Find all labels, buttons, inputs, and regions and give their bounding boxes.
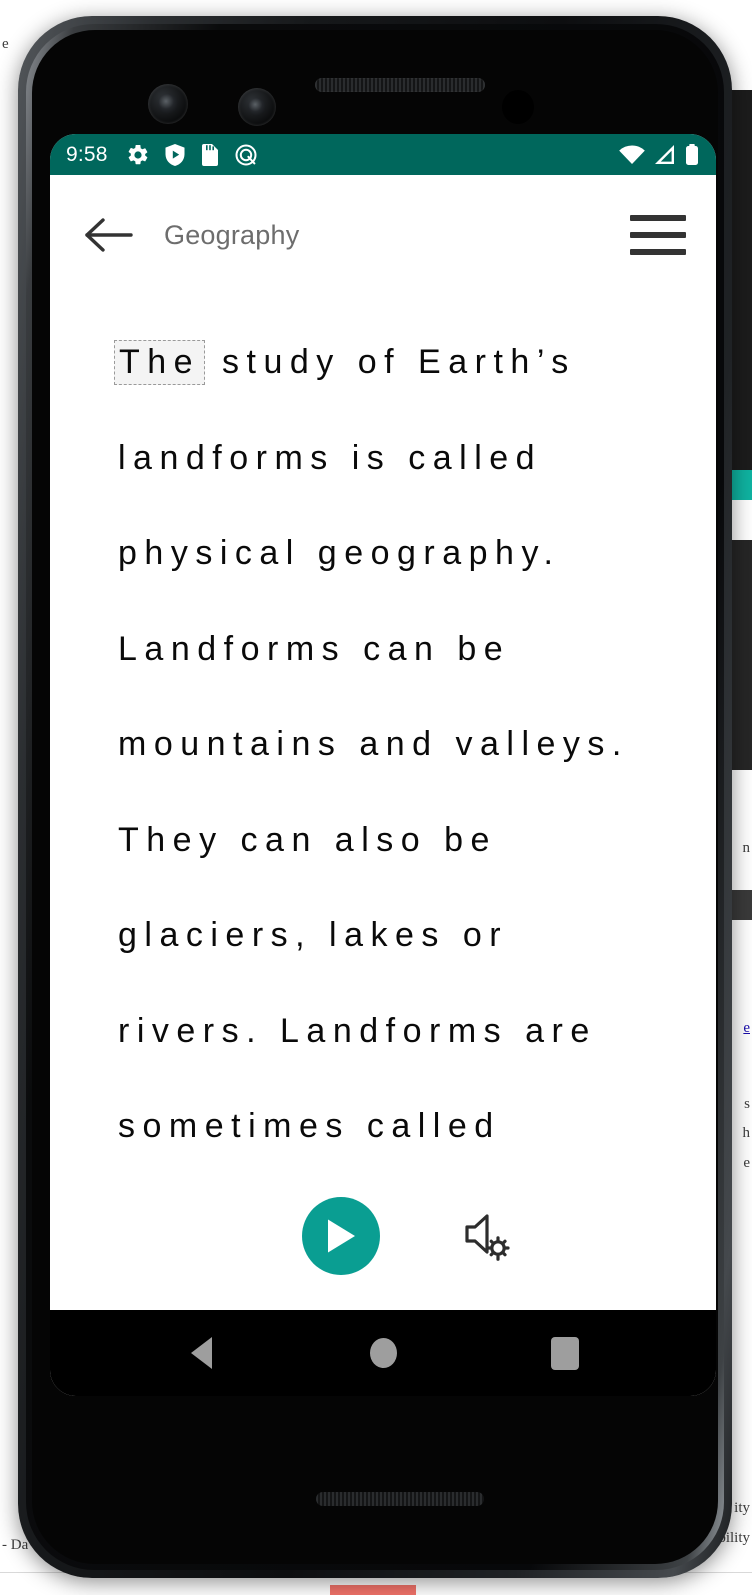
background-link-fragment[interactable]: e: [743, 1020, 750, 1037]
background-text-right-1: n: [742, 840, 751, 856]
shield-play-icon: [165, 143, 185, 166]
reader-line-4: Landforms can be: [118, 629, 511, 668]
hamburger-menu-button[interactable]: [628, 208, 688, 262]
background-text-left-1: e: [2, 36, 9, 52]
phone-body: 9:58 Geography The study of Earth’s land…: [32, 30, 718, 1564]
reader-line-6: They can also be: [118, 820, 497, 859]
gear-icon: [128, 144, 148, 164]
front-camera-secondary-icon: [238, 88, 276, 126]
nav-recents-icon: [551, 1336, 579, 1370]
status-clock: 9:58: [66, 142, 108, 166]
page-title: Geography: [164, 219, 300, 250]
status-right-icons: [618, 143, 700, 167]
hamburger-menu-icon: [630, 215, 686, 221]
nav-home-button[interactable]: [348, 1323, 418, 1383]
status-bar: 9:58: [50, 134, 716, 175]
circle-slash-icon: [235, 144, 257, 165]
hamburger-menu-icon-line-3: [630, 249, 686, 255]
background-panel-gray: [730, 890, 752, 920]
android-navigation-bar: [50, 1310, 716, 1396]
reader-line-7: glaciers, lakes or: [118, 916, 509, 954]
volume-settings-icon: [465, 1214, 510, 1261]
phone-shell: 9:58 Geography The study of Earth’s land…: [18, 16, 732, 1578]
nav-back-button[interactable]: [166, 1323, 236, 1383]
nav-recents-button[interactable]: [530, 1323, 600, 1383]
app-bar: Geography: [50, 175, 716, 295]
arrow-left-icon: [85, 218, 133, 252]
background-panel-dark-2: [730, 540, 752, 770]
background-text-right-3: h: [742, 1125, 751, 1141]
proximity-sensor-icon: [502, 90, 534, 124]
background-text-right-5: ity: [734, 1500, 750, 1516]
wifi-icon: [619, 144, 645, 164]
reader-line-8: rivers. Landforms are: [118, 1011, 597, 1050]
reader-line-3: physical geography.: [118, 534, 561, 572]
play-button[interactable]: [302, 1197, 380, 1275]
reader-line-1-rest: study of Earth’s: [205, 343, 576, 381]
earpiece-speaker-icon: [315, 78, 485, 92]
status-left-icons: [126, 143, 258, 167]
hamburger-menu-icon-line-2: [630, 232, 686, 238]
battery-icon: [686, 143, 698, 165]
nav-home-icon: [369, 1338, 397, 1368]
volume-settings-button[interactable]: [458, 1207, 516, 1265]
nav-back-icon: [190, 1337, 212, 1369]
front-camera-icon: [148, 84, 188, 124]
playback-controls: [50, 1162, 716, 1310]
cellular-signal-icon: [655, 144, 674, 164]
background-accent-bar: [330, 1585, 416, 1595]
reader-line-1: The study of Earth’s: [114, 315, 686, 411]
play-icon: [328, 1219, 355, 1253]
reader-line-5: mountains and valleys.: [118, 725, 629, 763]
reader-line-2: landforms is called: [118, 438, 543, 477]
bottom-speaker-icon: [316, 1492, 484, 1506]
back-button[interactable]: [80, 207, 136, 263]
background-text-right-4: e: [743, 1155, 750, 1171]
sd-card-icon: [201, 143, 218, 166]
background-text-right-2: s: [744, 1096, 750, 1112]
screenshot-root: e - Da n e s h e ity bility 9:58 Geograp…: [0, 0, 752, 1595]
highlighted-word[interactable]: The: [114, 340, 206, 385]
phone-bezel: 9:58 Geography The study of Earth’s land…: [26, 24, 724, 1570]
reader-line-9: sometimes called: [118, 1107, 501, 1145]
reader-text-area[interactable]: The study of Earth’s landforms is called…: [50, 295, 716, 1162]
background-text-left-2: - Da: [2, 1537, 29, 1553]
phone-screen: 9:58 Geography The study of Earth’s land…: [50, 134, 716, 1396]
